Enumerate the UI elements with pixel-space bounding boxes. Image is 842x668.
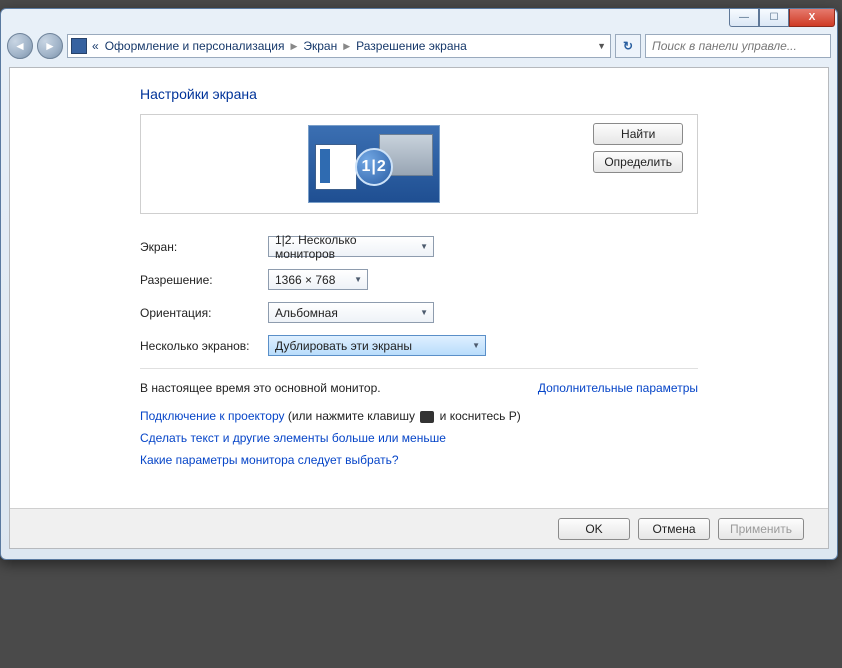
orientation-label: Ориентация: xyxy=(140,306,268,320)
windows-key-icon xyxy=(420,411,434,423)
monitor-number-badge: 1|2 xyxy=(355,148,393,186)
cancel-button[interactable]: Отмена xyxy=(638,518,710,540)
display-select[interactable]: 1|2. Несколько мониторов xyxy=(268,236,434,257)
dialog-footer: OK Отмена Применить xyxy=(10,508,828,548)
multiple-displays-select[interactable]: Дублировать эти экраны xyxy=(268,335,486,356)
projector-line: Подключение к проектору (или нажмите кла… xyxy=(140,409,698,423)
maximize-button[interactable]: ☐ xyxy=(759,9,789,27)
text-size-link[interactable]: Сделать текст и другие элементы больше и… xyxy=(140,431,446,445)
monitor-arrangement[interactable]: 1|2 xyxy=(308,125,440,203)
resolution-select[interactable]: 1366 × 768 xyxy=(268,269,368,290)
divider xyxy=(140,368,698,369)
titlebar: — ☐ X xyxy=(1,9,837,29)
main-monitor-status: В настоящее время это основной монитор. xyxy=(140,381,381,395)
display-label: Экран: xyxy=(140,240,268,254)
address-dropdown[interactable]: ▼ xyxy=(597,41,606,51)
projector-text-a: (или нажмите клавишу xyxy=(285,409,419,423)
breadcrumb-separator: ▶ xyxy=(290,41,297,52)
client-area: Настройки экрана 1|2 Найти Определить Эк… xyxy=(9,67,829,549)
multiple-displays-label: Несколько экранов: xyxy=(140,339,268,353)
ok-button[interactable]: OK xyxy=(558,518,630,540)
connect-projector-link[interactable]: Подключение к проектору xyxy=(140,409,285,423)
breadcrumb-item[interactable]: Оформление и персонализация xyxy=(105,39,285,53)
refresh-button[interactable]: ↻ xyxy=(615,34,641,58)
window-controls: — ☐ X xyxy=(729,9,835,27)
orientation-select[interactable]: Альбомная xyxy=(268,302,434,323)
display-preview[interactable]: 1|2 xyxy=(155,125,593,203)
monitor-1-icon xyxy=(315,144,357,190)
preview-side-buttons: Найти Определить xyxy=(593,123,683,173)
identify-button[interactable]: Определить xyxy=(593,151,683,173)
detect-button[interactable]: Найти xyxy=(593,123,683,145)
resolution-label: Разрешение: xyxy=(140,273,268,287)
breadcrumb-separator: ▶ xyxy=(343,41,350,52)
nav-forward-button[interactable]: ► xyxy=(37,33,63,59)
content: Настройки экрана 1|2 Найти Определить Эк… xyxy=(10,68,828,485)
navbar: ◄ ► « Оформление и персонализация ▶ Экра… xyxy=(7,29,831,63)
nav-back-button[interactable]: ◄ xyxy=(7,33,33,59)
minimize-button[interactable]: — xyxy=(729,9,759,27)
monitor-help-link[interactable]: Какие параметры монитора следует выбрать… xyxy=(140,453,399,467)
display-settings-form: Экран: 1|2. Несколько мониторов Разрешен… xyxy=(140,236,698,356)
breadcrumb-chevron: « xyxy=(92,39,99,53)
breadcrumb-item[interactable]: Экран xyxy=(303,39,337,53)
page-title: Настройки экрана xyxy=(140,86,698,102)
projector-text-b: и коснитесь P) xyxy=(436,409,520,423)
display-preview-panel: 1|2 Найти Определить xyxy=(140,114,698,214)
search-input[interactable]: Поиск в панели управле... xyxy=(645,34,831,58)
status-row: В настоящее время это основной монитор. … xyxy=(140,381,698,395)
apply-button[interactable]: Применить xyxy=(718,518,804,540)
advanced-settings-link[interactable]: Дополнительные параметры xyxy=(538,381,698,395)
address-bar[interactable]: « Оформление и персонализация ▶ Экран ▶ … xyxy=(67,34,611,58)
close-button[interactable]: X xyxy=(789,9,835,27)
control-panel-icon xyxy=(72,39,86,53)
control-panel-window: — ☐ X ◄ ► « Оформление и персонализация … xyxy=(0,8,838,560)
breadcrumb-item[interactable]: Разрешение экрана xyxy=(356,39,467,53)
